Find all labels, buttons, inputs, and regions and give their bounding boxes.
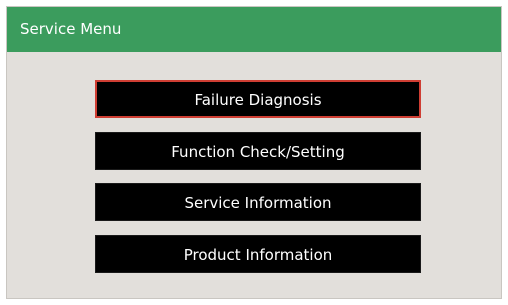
title-bar: Service Menu	[7, 7, 501, 52]
service-menu-screen: Service Menu Failure Diagnosis Function …	[6, 6, 502, 299]
service-information-button[interactable]: Service Information	[95, 183, 421, 221]
page-title: Service Menu	[20, 20, 122, 38]
product-information-label: Product Information	[183, 246, 333, 264]
product-information-button[interactable]: Product Information	[95, 235, 421, 273]
function-check-setting-label: Function Check/Setting	[171, 143, 345, 161]
function-check-setting-button[interactable]: Function Check/Setting	[95, 132, 421, 170]
failure-diagnosis-label: Failure Diagnosis	[194, 91, 322, 109]
service-information-label: Service Information	[184, 194, 332, 212]
failure-diagnosis-button[interactable]: Failure Diagnosis	[95, 80, 421, 118]
